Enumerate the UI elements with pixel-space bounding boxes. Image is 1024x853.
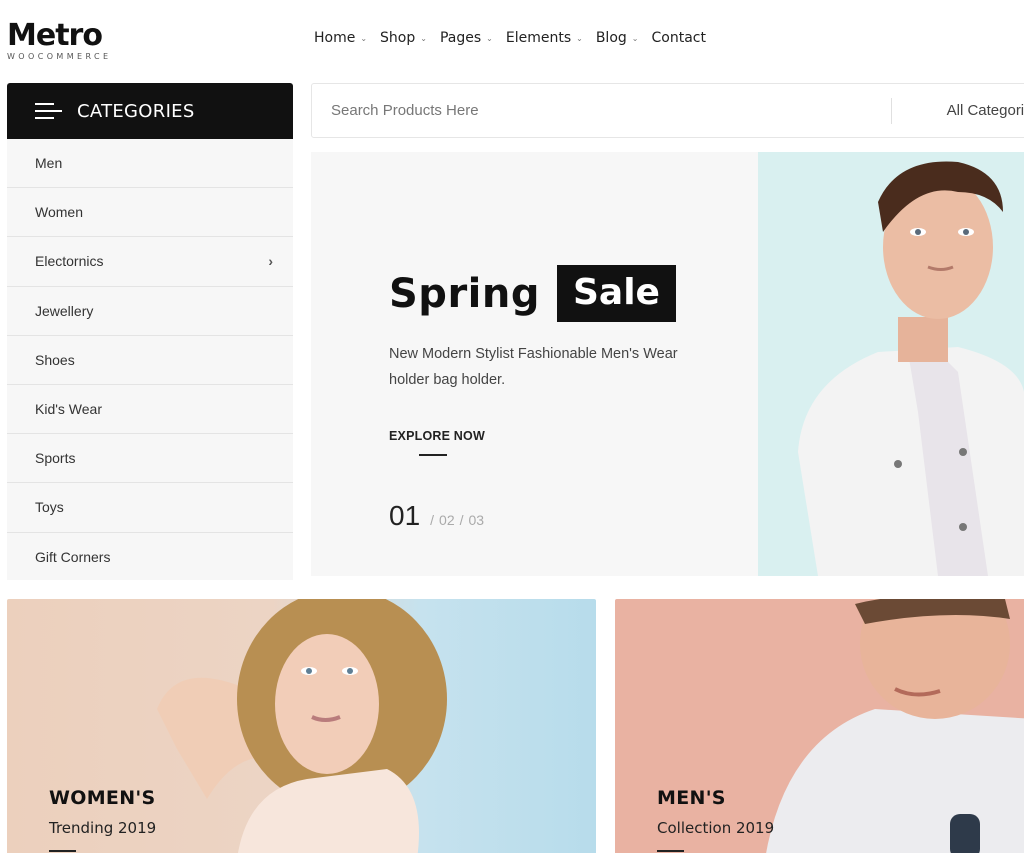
chevron-right-icon: › (268, 253, 273, 270)
category-label: Kid's Wear (35, 401, 102, 418)
banner-underline (49, 850, 76, 852)
men-banner[interactable]: MEN'S Collection 2019 (615, 599, 1024, 853)
chevron-down-icon: ⌄ (486, 34, 493, 43)
category-label: Electornics (35, 253, 104, 270)
category-label: Sports (35, 450, 76, 467)
banner-title: WOMEN'S (49, 787, 156, 809)
nav-item-home[interactable]: Home ⌄ (314, 30, 367, 46)
banner-subtitle: Collection 2019 (657, 819, 775, 837)
categories-list: Men Women Electornics › Jewellery Shoes K… (7, 139, 293, 582)
chevron-down-icon: ⌄ (631, 34, 639, 43)
women-banner[interactable]: WOMEN'S Trending 2019 (7, 599, 596, 853)
slide-2[interactable]: 02 (439, 512, 455, 528)
logo-wordmark: Metro (7, 18, 103, 53)
search-divider (890, 97, 892, 124)
site-logo[interactable]: Metro WOOCOMMERCE (7, 18, 127, 64)
search-input[interactable] (312, 102, 873, 119)
chevron-down-icon: ⌄ (360, 34, 368, 43)
slide-current[interactable]: 01 (389, 500, 420, 532)
man-in-denim-jacket-illustration (758, 152, 1024, 576)
hero-title-highlight: Sale (557, 265, 676, 322)
explore-now-link[interactable]: EXPLORE NOW (389, 429, 485, 443)
category-item-men[interactable]: Men (7, 139, 293, 189)
nav-label: Blog (595, 30, 627, 46)
category-label: Toys (35, 499, 64, 516)
category-label: Gift Corners (35, 549, 111, 566)
woman-model-illustration (157, 599, 447, 853)
nav-label: Home (314, 30, 356, 46)
category-item-women[interactable]: Women (7, 188, 293, 238)
search-bar: All Categories (311, 83, 1024, 138)
banner-subtitle: Trending 2019 (49, 819, 157, 837)
nav-item-pages[interactable]: Pages ⌄ (440, 30, 493, 46)
main-nav: Home ⌄ Shop ⌄ Pages ⌄ Elements ⌄ Blog ⌄ … (314, 30, 719, 46)
hero-title-plain: Spring (389, 270, 540, 317)
nav-item-elements[interactable]: Elements ⌄ (506, 30, 583, 46)
cta-underline (419, 454, 447, 456)
banner-title: MEN'S (657, 787, 726, 809)
nav-label: Contact (651, 30, 706, 46)
hero-title: Spring Sale (389, 265, 676, 322)
nav-item-shop[interactable]: Shop ⌄ (380, 30, 427, 46)
categories-header[interactable]: CATEGORIES (7, 83, 293, 139)
categories-title: CATEGORIES (77, 100, 195, 122)
logo-tagline: WOOCOMMERCE (7, 52, 112, 61)
category-item-toys[interactable]: Toys (7, 483, 293, 533)
category-item-kids-wear[interactable]: Kid's Wear (7, 385, 293, 435)
banner-underline (657, 850, 684, 852)
category-label: Jewellery (35, 302, 94, 319)
nav-label: Elements (505, 30, 572, 46)
slide-3[interactable]: 03 (469, 512, 485, 528)
nav-label: Pages (439, 30, 482, 46)
nav-item-contact[interactable]: Contact (651, 30, 705, 46)
hero-model-image (758, 152, 1024, 576)
man-model-illustration (766, 599, 1024, 853)
menu-icon (35, 102, 62, 120)
category-select[interactable]: All Categories (947, 102, 1024, 119)
categories-panel: CATEGORIES Men Women Electornics › Jewell… (7, 83, 293, 580)
category-item-gift-corners[interactable]: Gift Corners (7, 533, 293, 582)
nav-item-blog[interactable]: Blog ⌄ (596, 30, 639, 46)
hero-description: New Modern Stylist Fashionable Men's Wea… (389, 346, 678, 388)
category-label: Men (35, 155, 63, 172)
chevron-down-icon: ⌄ (420, 34, 427, 43)
category-item-electronics[interactable]: Electornics › (7, 237, 293, 287)
category-item-sports[interactable]: Sports (7, 434, 293, 484)
nav-label: Shop (380, 30, 416, 46)
hero-slider: Spring Sale New Modern Stylist Fashionab… (311, 152, 1024, 576)
slide-pager: 01 / 02 / 03 (389, 500, 489, 532)
category-label: Shoes (35, 351, 75, 368)
category-item-shoes[interactable]: Shoes (7, 336, 293, 385)
chevron-down-icon: ⌄ (576, 34, 583, 43)
pager-separator: / (430, 512, 435, 528)
category-item-jewellery[interactable]: Jewellery (7, 287, 293, 336)
pager-separator: / (459, 512, 464, 528)
category-label: Women (35, 204, 83, 221)
